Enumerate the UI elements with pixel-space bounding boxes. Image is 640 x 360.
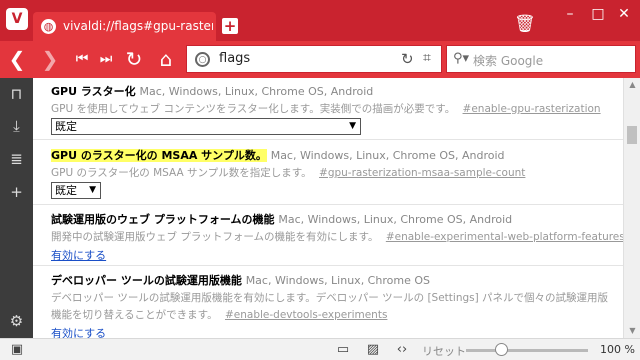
flag-id-link[interactable]: #gpu-rasterization-msaa-sample-count	[319, 167, 525, 179]
add-panel-icon[interactable]: +	[8, 184, 25, 201]
flag-entry: GPU ラスター化 Mac, Windows, Linux, Chrome OS…	[33, 78, 623, 140]
settings-gear-icon[interactable]: ⚙	[8, 313, 25, 330]
flag-entry: GPU のラスター化の MSAA サンプル数。 Mac, Windows, Li…	[33, 140, 623, 205]
address-bar[interactable]: ○ flags ↻ ⌗	[186, 45, 442, 73]
minimize-icon[interactable]: –	[560, 6, 580, 22]
flag-platforms: Mac, Windows, Linux, Chrome OS, Android	[139, 85, 374, 98]
search-placeholder: 検索 Google	[473, 54, 544, 68]
scroll-up-icon[interactable]: ▲	[624, 78, 640, 92]
flag-select[interactable]: 既定 ▼	[51, 182, 101, 199]
flag-title: デベロッパー ツールの試験運用版機能	[51, 274, 242, 287]
search-icon[interactable]: ⚲▾	[453, 51, 469, 66]
trash-icon[interactable]: 🗑	[514, 14, 536, 34]
reload-icon[interactable]: ↻	[122, 47, 146, 71]
panel-toggle-icon[interactable]: ▣	[8, 342, 26, 357]
navigation-toolbar: ❮ ❯ ⏮ ⏭ ↻ ⌂ ○ flags ↻ ⌗ ⚲▾ 検索 Google	[0, 41, 640, 78]
downloads-panel-icon[interactable]: ⤓	[8, 118, 25, 135]
close-icon[interactable]: ✕	[614, 6, 634, 22]
flag-description: GPU のラスター化の MSAA サンプル数を指定します。	[51, 167, 312, 179]
flag-description: GPU を使用してウェブ コンテンツをラスター化します。実装側での描画が必要です…	[51, 103, 456, 115]
address-text: flags	[219, 51, 251, 66]
bookmark-icon[interactable]: ⌗	[423, 50, 431, 66]
images-icon[interactable]: ▨	[364, 342, 382, 357]
title-bar: V ◍ vivaldi://flags#gpu-rasterization + …	[0, 0, 640, 41]
flag-entry: デベロッパー ツールの試験運用版機能 Mac, Windows, Linux, …	[33, 266, 623, 338]
flag-select[interactable]: 既定 ▼	[51, 118, 361, 135]
flag-id-link[interactable]: #enable-experimental-web-platform-featur…	[386, 231, 623, 243]
flag-description-cont: 機能を切り替えることができます。	[51, 309, 218, 321]
forward-arrow-icon[interactable]: ❯	[38, 47, 62, 71]
flag-select-value: 既定	[55, 184, 77, 197]
side-panel: ⊓ ⤓ ≣ + ⚙	[0, 78, 33, 338]
search-field[interactable]: ⚲▾ 検索 Google	[446, 45, 636, 73]
scroll-thumb[interactable]	[627, 126, 637, 144]
site-info-icon[interactable]: ○	[195, 52, 210, 67]
notes-panel-icon[interactable]: ≣	[8, 151, 25, 168]
back-arrow-icon[interactable]: ❮	[5, 47, 29, 71]
flag-platforms: Mac, Windows, Linux, Chrome OS	[245, 274, 430, 287]
flag-title: GPU のラスター化の MSAA サンプル数。	[51, 149, 267, 162]
globe-icon: ◍	[41, 19, 56, 34]
flag-entry: 試験運用版のウェブ プラットフォームの機能 Mac, Windows, Linu…	[33, 205, 623, 266]
flag-platforms: Mac, Windows, Linux, Chrome OS, Android	[270, 149, 505, 162]
zoom-slider[interactable]	[466, 349, 588, 352]
home-icon[interactable]: ⌂	[154, 47, 178, 71]
fast-forward-icon[interactable]: ⏭	[94, 47, 118, 71]
zoom-level: 100 %	[600, 343, 635, 356]
reload-page-icon[interactable]: ↻	[401, 50, 414, 68]
new-tab-icon[interactable]: +	[222, 18, 238, 34]
flag-title: 試験運用版のウェブ プラットフォームの機能	[51, 213, 275, 226]
flag-description: デベロッパー ツールの試験運用版機能を有効にします。デベロッパー ツールの [S…	[51, 292, 609, 304]
bookmarks-panel-icon[interactable]: ⊓	[8, 86, 25, 103]
rewind-icon[interactable]: ⏮	[70, 47, 94, 71]
page-actions-icon[interactable]: ‹›	[393, 342, 411, 357]
chevron-down-icon: ▼	[89, 185, 96, 195]
flag-title: GPU ラスター化	[51, 85, 136, 98]
flag-select-value: 既定	[55, 120, 77, 133]
zoom-slider-thumb[interactable]	[495, 343, 508, 356]
chevron-down-icon: ▼	[349, 121, 356, 131]
scroll-down-icon[interactable]: ▼	[624, 324, 640, 338]
vivaldi-logo[interactable]: V	[6, 8, 28, 30]
zoom-reset[interactable]: リセット	[422, 343, 466, 359]
enable-link[interactable]: 有効にする	[51, 247, 106, 263]
tab-title: vivaldi://flags#gpu-rasterization	[63, 19, 213, 33]
flag-id-link[interactable]: #enable-devtools-experiments	[225, 309, 387, 321]
vertical-scrollbar[interactable]: ▲ ▼	[623, 78, 640, 338]
flag-id-link[interactable]: #enable-gpu-rasterization	[463, 103, 601, 115]
flags-page: GPU ラスター化 Mac, Windows, Linux, Chrome OS…	[33, 78, 623, 338]
tab-flags[interactable]: ◍ vivaldi://flags#gpu-rasterization	[33, 12, 216, 41]
status-bar: ▣ ▭ ▨ ‹› リセット 100 %	[0, 338, 640, 360]
flag-platforms: Mac, Windows, Linux, Chrome OS, Android	[278, 213, 513, 226]
maximize-icon[interactable]: □	[588, 6, 608, 22]
enable-link[interactable]: 有効にする	[51, 325, 106, 338]
page-tiling-icon[interactable]: ▭	[334, 342, 352, 357]
flag-description: 開発中の試験運用版ウェブ プラットフォームの機能を有効にします。	[51, 231, 379, 243]
